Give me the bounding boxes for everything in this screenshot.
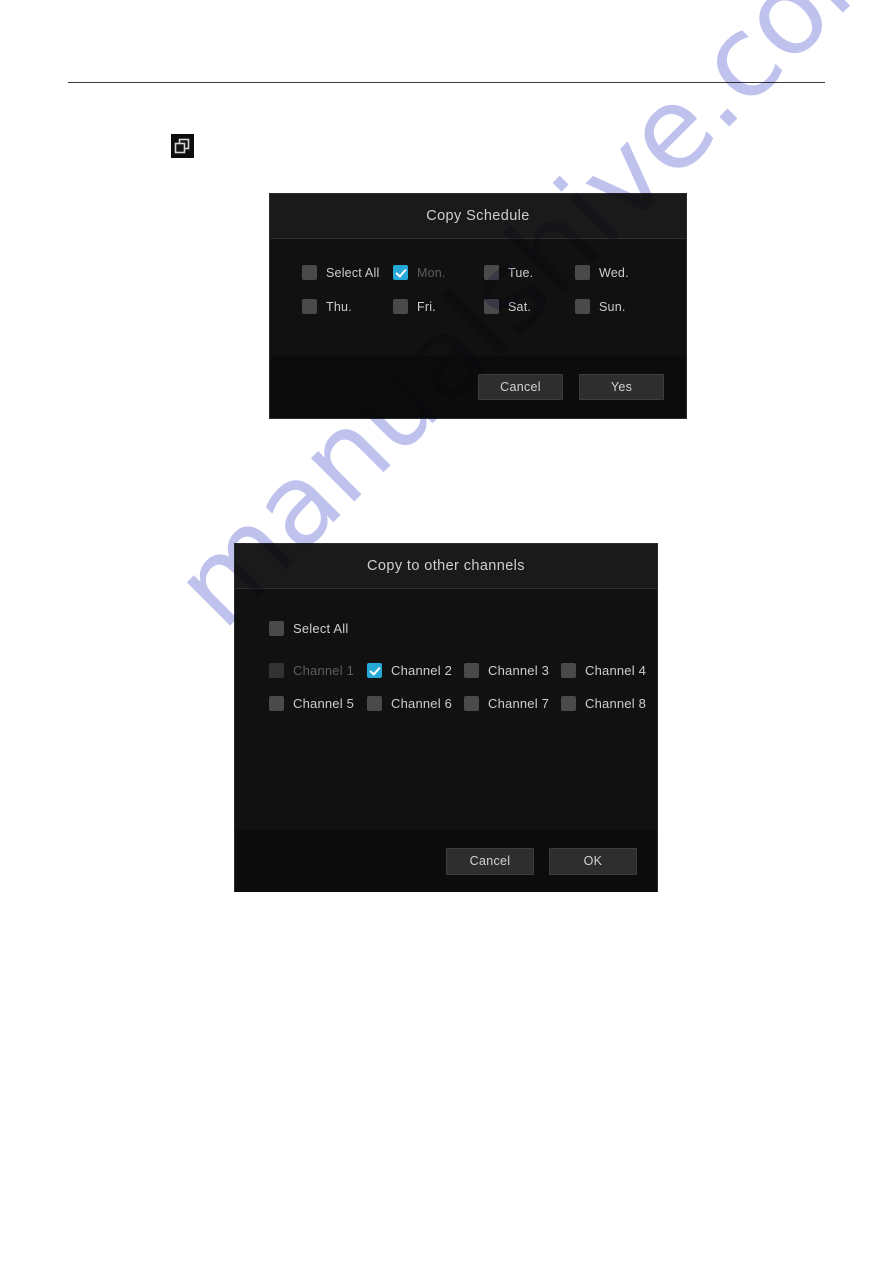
checkbox-box[interactable] [302, 265, 317, 280]
checkbox-box[interactable] [575, 265, 590, 280]
checkbox-box[interactable] [302, 299, 317, 314]
checkbox-wed[interactable]: Wed. [575, 265, 666, 280]
copy-to-other-channels-dialog: Copy to other channels Select All Channe… [234, 543, 658, 892]
checkbox-label: Channel 3 [488, 663, 550, 678]
copy-schedule-dialog: Copy Schedule Select All Mon. Tue. Wed. [269, 193, 687, 419]
dialog-title: Copy Schedule [270, 194, 686, 239]
checkbox-channel-1[interactable]: Channel 1 [269, 663, 367, 678]
checkbox-box[interactable] [484, 265, 499, 280]
checkbox-label: Channel 4 [585, 663, 647, 678]
checkbox-label: Channel 5 [293, 696, 355, 711]
checkbox-box[interactable] [269, 621, 284, 636]
checkbox-sat[interactable]: Sat. [484, 299, 575, 314]
checkbox-channel-6[interactable]: Channel 6 [367, 696, 464, 711]
checkbox-box[interactable] [561, 696, 576, 711]
day-checkbox-grid: Select All Mon. Tue. Wed. Thu. Fri. Sat.… [270, 265, 686, 314]
checkbox-box[interactable] [269, 696, 284, 711]
checkbox-label: Wed. [599, 265, 629, 280]
dialog-footer: Cancel OK [235, 830, 657, 892]
checkbox-label: Mon. [417, 265, 446, 280]
checkbox-channel-5[interactable]: Channel 5 [269, 696, 367, 711]
checkbox-box[interactable] [561, 663, 576, 678]
ok-button[interactable]: OK [549, 847, 637, 875]
checkbox-label: Select All [293, 621, 349, 636]
yes-button[interactable]: Yes [579, 374, 664, 400]
checkbox-box[interactable] [393, 265, 408, 280]
checkbox-label: Channel 6 [391, 696, 453, 711]
checkbox-label: Sun. [599, 299, 626, 314]
checkbox-channel-4[interactable]: Channel 4 [561, 663, 658, 678]
checkbox-channel-3[interactable]: Channel 3 [464, 663, 561, 678]
checkbox-fri[interactable]: Fri. [393, 299, 484, 314]
checkbox-box[interactable] [367, 663, 382, 678]
page-header-rule [68, 82, 825, 83]
checkbox-select-all[interactable]: Select All [269, 621, 657, 636]
copy-icon[interactable] [171, 134, 194, 158]
checkbox-label: Tue. [508, 265, 534, 280]
checkbox-mon[interactable]: Mon. [393, 265, 484, 280]
checkbox-label: Channel 7 [488, 696, 550, 711]
checkbox-box[interactable] [393, 299, 408, 314]
checkbox-box[interactable] [484, 299, 499, 314]
checkbox-box[interactable] [464, 696, 479, 711]
cancel-button[interactable]: Cancel [446, 847, 534, 875]
checkbox-channel-7[interactable]: Channel 7 [464, 696, 561, 711]
checkbox-box[interactable] [367, 696, 382, 711]
dialog-body: Select All Mon. Tue. Wed. Thu. Fri. Sat.… [270, 239, 686, 356]
checkbox-label: Channel 2 [391, 663, 453, 678]
checkbox-box[interactable] [269, 663, 284, 678]
checkbox-label: Sat. [508, 299, 532, 314]
select-all-row: Select All [235, 621, 657, 636]
dialog-body: Select All Channel 1 Channel 2 Channel 3… [235, 589, 657, 830]
dialog-footer: Cancel Yes [270, 356, 686, 418]
channel-checkbox-grid: Channel 1 Channel 2 Channel 3 Channel 4 … [235, 663, 657, 711]
checkbox-select-all[interactable]: Select All [302, 265, 393, 280]
checkbox-channel-8[interactable]: Channel 8 [561, 696, 658, 711]
checkbox-label: Channel 8 [585, 696, 647, 711]
checkbox-label: Fri. [417, 299, 436, 314]
checkbox-box[interactable] [464, 663, 479, 678]
checkbox-label: Select All [326, 265, 380, 280]
checkbox-label: Channel 1 [293, 663, 355, 678]
cancel-button[interactable]: Cancel [478, 374, 563, 400]
checkbox-thu[interactable]: Thu. [302, 299, 393, 314]
checkbox-sun[interactable]: Sun. [575, 299, 666, 314]
checkbox-channel-2[interactable]: Channel 2 [367, 663, 464, 678]
dialog-title: Copy to other channels [235, 544, 657, 589]
checkbox-box[interactable] [575, 299, 590, 314]
checkbox-tue[interactable]: Tue. [484, 265, 575, 280]
checkbox-label: Thu. [326, 299, 352, 314]
